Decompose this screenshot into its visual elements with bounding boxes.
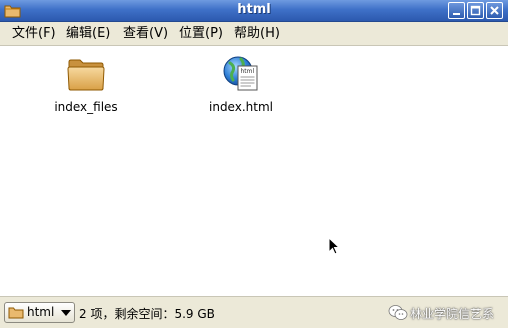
minimize-button[interactable] bbox=[448, 2, 465, 19]
folder-icon bbox=[8, 307, 24, 319]
menu-places[interactable]: 位置(P) bbox=[179, 26, 223, 42]
maximize-icon bbox=[470, 5, 481, 16]
status-text: 2 项，剩余空间：5.9 GB bbox=[79, 307, 215, 321]
watermark-text: 林业学院信艺系 bbox=[410, 307, 495, 321]
maximize-button[interactable] bbox=[467, 2, 484, 19]
menu-help[interactable]: 帮助(H) bbox=[234, 26, 280, 42]
menu-view[interactable]: 查看(V) bbox=[123, 26, 168, 42]
location-label: html bbox=[27, 305, 55, 319]
file-name: index.html bbox=[209, 100, 273, 114]
chat-bubble-icon bbox=[388, 305, 408, 320]
file-item-index-files[interactable]: index_files bbox=[46, 54, 126, 114]
html-badge: html bbox=[241, 68, 255, 75]
title-bar[interactable]: html bbox=[0, 0, 508, 22]
close-icon bbox=[490, 6, 499, 15]
close-button[interactable] bbox=[486, 2, 503, 19]
folder-icon bbox=[67, 59, 105, 91]
location-dropdown[interactable]: html bbox=[4, 302, 75, 323]
file-name: index_files bbox=[54, 100, 118, 114]
window-title: html bbox=[237, 2, 271, 17]
chevron-down-icon bbox=[61, 310, 71, 316]
menu-bar: 文件(F) 编辑(E) 查看(V) 位置(P) 帮助(H) bbox=[0, 22, 508, 46]
minimize-icon bbox=[453, 13, 460, 15]
menu-file[interactable]: 文件(F) bbox=[12, 26, 56, 42]
menu-edit[interactable]: 编辑(E) bbox=[66, 26, 110, 42]
status-bar: html 2 项，剩余空间：5.9 GB 林业学院信艺系 bbox=[0, 296, 508, 328]
file-item-index-html[interactable]: html index.html bbox=[201, 54, 281, 114]
watermark: 林业学院信艺系 bbox=[388, 303, 506, 323]
html-document-icon: html bbox=[223, 56, 258, 91]
file-manager-window: html 文件(F) 编辑(E) 查看(V) 位置(P) 帮助(H) index… bbox=[0, 0, 508, 328]
file-view[interactable]: index_files html index.html bbox=[0, 46, 508, 296]
mouse-pointer-icon bbox=[328, 237, 340, 255]
